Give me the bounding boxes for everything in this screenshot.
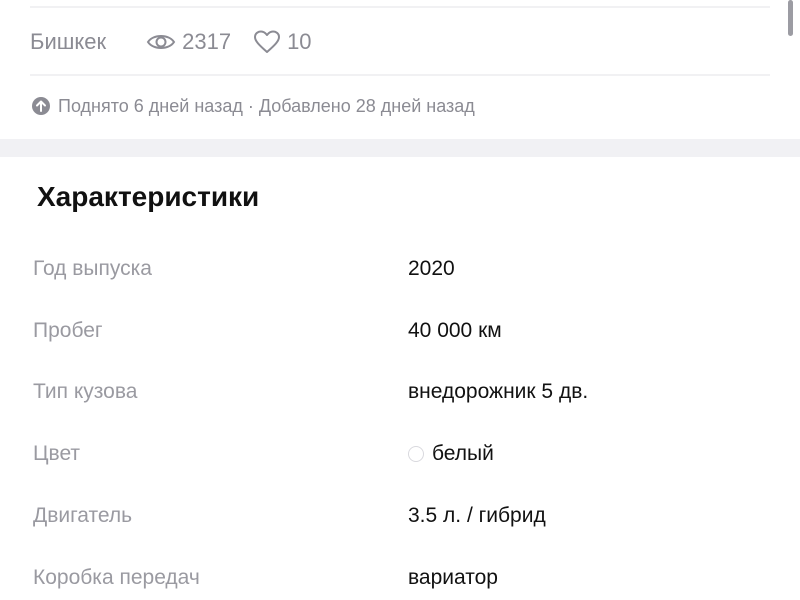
spec-row-transmission: Коробка передач вариатор bbox=[0, 562, 800, 594]
spec-label: Тип кузова bbox=[33, 380, 138, 403]
spec-label: Коробка передач bbox=[33, 566, 200, 589]
spec-row-mileage: Пробег 40 000 км bbox=[0, 315, 800, 347]
listing-meta-row: Бишкек 2317 10 bbox=[30, 27, 334, 57]
spec-row-engine: Двигатель 3.5 л. / гибрид bbox=[0, 500, 800, 532]
scrollbar[interactable] bbox=[788, 0, 793, 36]
raised-info-row: Поднято 6 дней назад · Добавлено 28 дней… bbox=[31, 93, 475, 119]
spec-value: вариатор bbox=[408, 566, 498, 589]
spec-value: 40 000 км bbox=[408, 319, 502, 342]
views-count: 2317 bbox=[182, 29, 232, 54]
color-swatch bbox=[408, 446, 424, 462]
divider bbox=[30, 74, 770, 76]
spec-label: Пробег bbox=[33, 319, 103, 342]
spec-row-color: Цвет белый bbox=[0, 438, 800, 470]
spec-row-year: Год выпуска 2020 bbox=[0, 253, 800, 285]
likes-count: 10 bbox=[287, 29, 312, 54]
color-name: белый bbox=[432, 442, 494, 465]
arrow-up-circle-icon bbox=[32, 97, 50, 115]
city-label: Бишкек bbox=[30, 29, 107, 54]
listing-meta-card: Бишкек 2317 10 Поднято 6 дней назад · До… bbox=[0, 0, 800, 139]
spec-value: 2020 bbox=[408, 257, 455, 280]
section-separator bbox=[0, 139, 800, 157]
spec-label: Двигатель bbox=[33, 504, 133, 527]
likes-stat[interactable]: 10 bbox=[253, 29, 312, 55]
specs-title: Характеристики bbox=[37, 181, 260, 212]
divider bbox=[30, 6, 770, 8]
spec-label: Год выпуска bbox=[33, 257, 152, 280]
spec-value-color: белый bbox=[408, 442, 494, 466]
specs-section: Характеристики Год выпуска 2020 Пробег 4… bbox=[0, 157, 800, 600]
listing-page: Бишкек 2317 10 Поднято 6 дней назад · До… bbox=[0, 0, 800, 600]
spec-row-body-type: Тип кузова внедорожник 5 дв. bbox=[0, 376, 800, 408]
views-stat: 2317 bbox=[146, 29, 231, 55]
spec-label: Цвет bbox=[33, 442, 81, 465]
spec-value: внедорожник 5 дв. bbox=[408, 380, 589, 403]
heart-icon bbox=[254, 30, 281, 53]
eye-icon bbox=[146, 35, 176, 49]
spec-value: 3.5 л. / гибрид bbox=[408, 504, 546, 527]
raised-info-text: Поднято 6 дней назад · Добавлено 28 дней… bbox=[58, 95, 475, 116]
